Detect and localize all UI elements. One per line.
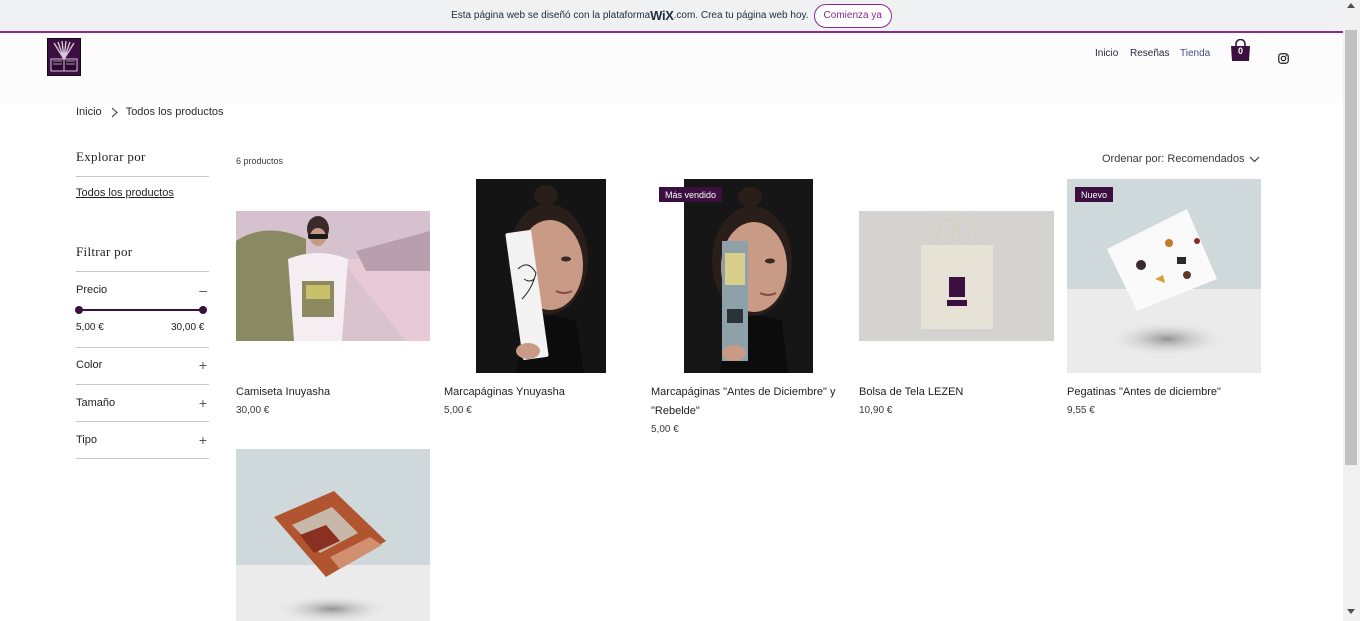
nav-tienda[interactable]: Tienda <box>1180 48 1210 59</box>
price-slider-min-handle[interactable] <box>75 306 83 314</box>
product-price: 10,90 € <box>859 405 893 416</box>
product-name[interactable]: Marcapáginas Ynuyasha <box>444 383 565 402</box>
product-image-marcapaginas-antes-de-diciembre[interactable] <box>684 179 813 373</box>
wix-suffix: .com <box>673 10 696 21</box>
price-min-value: 5,00 € <box>76 322 104 333</box>
divider <box>76 384 209 385</box>
product-price: 9,55 € <box>1067 405 1095 416</box>
page-scrollbar[interactable] <box>1343 0 1360 621</box>
scroll-thumb[interactable] <box>1345 30 1357 465</box>
cart-count: 0 <box>1237 46 1243 56</box>
divider <box>76 421 209 422</box>
scroll-up-arrow[interactable] <box>1347 3 1355 8</box>
product-image-pegatinas[interactable] <box>1067 179 1261 373</box>
product-name[interactable]: Bolsa de Tela LEZEN <box>859 383 963 402</box>
product-price: 30,00 € <box>236 405 270 416</box>
chevron-down-icon <box>1250 156 1260 162</box>
nav-inicio[interactable]: Inicio <box>1095 48 1118 59</box>
wix-promo-banner: Esta página web se diseñó con la platafo… <box>0 0 1343 33</box>
price-slider-max-handle[interactable] <box>199 306 207 314</box>
all-products-link[interactable]: Todos los productos <box>76 187 174 199</box>
product-price: 5,00 € <box>444 405 472 416</box>
filter-title: Filtrar por <box>76 244 133 259</box>
cart-icon[interactable]: 0 <box>1230 38 1251 62</box>
divider <box>76 458 209 459</box>
filter-type-label: Tipo <box>76 434 97 446</box>
banner-text-after: . Crea tu página web hoy. <box>695 10 809 21</box>
product-image-poster[interactable] <box>236 449 430 621</box>
divider <box>76 347 209 348</box>
product-image-bolsa-tela[interactable] <box>859 211 1054 341</box>
product-name[interactable]: Pegatinas "Antes de diciembre" <box>1067 383 1221 402</box>
badge-new: Nuevo <box>1075 187 1114 202</box>
explore-title: Explorar por <box>76 149 146 164</box>
sort-dropdown[interactable]: Ordenar por: Recomendados <box>1102 153 1260 165</box>
breadcrumb-home[interactable]: Inicio <box>76 106 102 118</box>
breadcrumb-current: Todos los productos <box>125 106 224 118</box>
filter-type[interactable]: Tipo + <box>76 432 209 448</box>
product-image-camiseta[interactable] <box>236 211 430 341</box>
expand-icon[interactable]: + <box>199 395 207 411</box>
filter-size[interactable]: Tamaño + <box>76 395 209 411</box>
price-max-value: 30,00 € <box>171 322 205 333</box>
expand-icon[interactable]: + <box>199 357 207 373</box>
filter-color-label: Color <box>76 359 103 371</box>
breadcrumb: Inicio Todos los productos <box>76 106 224 118</box>
product-count: 6 productos <box>236 156 284 166</box>
filter-price-label: Precio <box>76 284 108 296</box>
chevron-right-icon <box>111 107 118 117</box>
product-image-marcapaginas-ynuyasha[interactable] <box>476 179 606 373</box>
start-now-button[interactable]: Comienza ya <box>813 3 892 28</box>
divider <box>76 176 209 177</box>
wix-logo[interactable]: WiX <box>650 8 674 23</box>
book-logo-icon[interactable] <box>47 38 81 76</box>
product-name[interactable]: Camiseta Inuyasha <box>236 383 330 402</box>
filter-price[interactable]: Precio – <box>76 282 209 298</box>
expand-icon[interactable]: + <box>199 432 207 448</box>
product-name-line: Marcapáginas "Antes de Diciembre" y <box>651 386 836 398</box>
product-name[interactable]: Marcapáginas "Antes de Diciembre" y "Reb… <box>651 383 836 421</box>
product-price: 5,00 € <box>651 424 679 435</box>
instagram-icon[interactable] <box>1278 51 1289 64</box>
nav-resenas[interactable]: Reseñas <box>1130 48 1169 59</box>
filter-color[interactable]: Color + <box>76 357 209 373</box>
product-name-line: "Rebelde" <box>651 405 700 417</box>
sort-label: Ordenar por: Recomendados <box>1102 153 1245 165</box>
filter-size-label: Tamaño <box>76 397 116 409</box>
banner-text-before: Esta página web se diseñó con la platafo… <box>451 10 651 21</box>
divider <box>76 271 209 272</box>
collapse-icon[interactable]: – <box>199 282 207 298</box>
badge-best-seller: Más vendido <box>659 187 723 202</box>
site-header: Inicio Reseñas Tienda 0 <box>0 33 1343 103</box>
price-slider-track[interactable] <box>79 309 203 311</box>
scroll-down-arrow[interactable] <box>1347 609 1355 614</box>
